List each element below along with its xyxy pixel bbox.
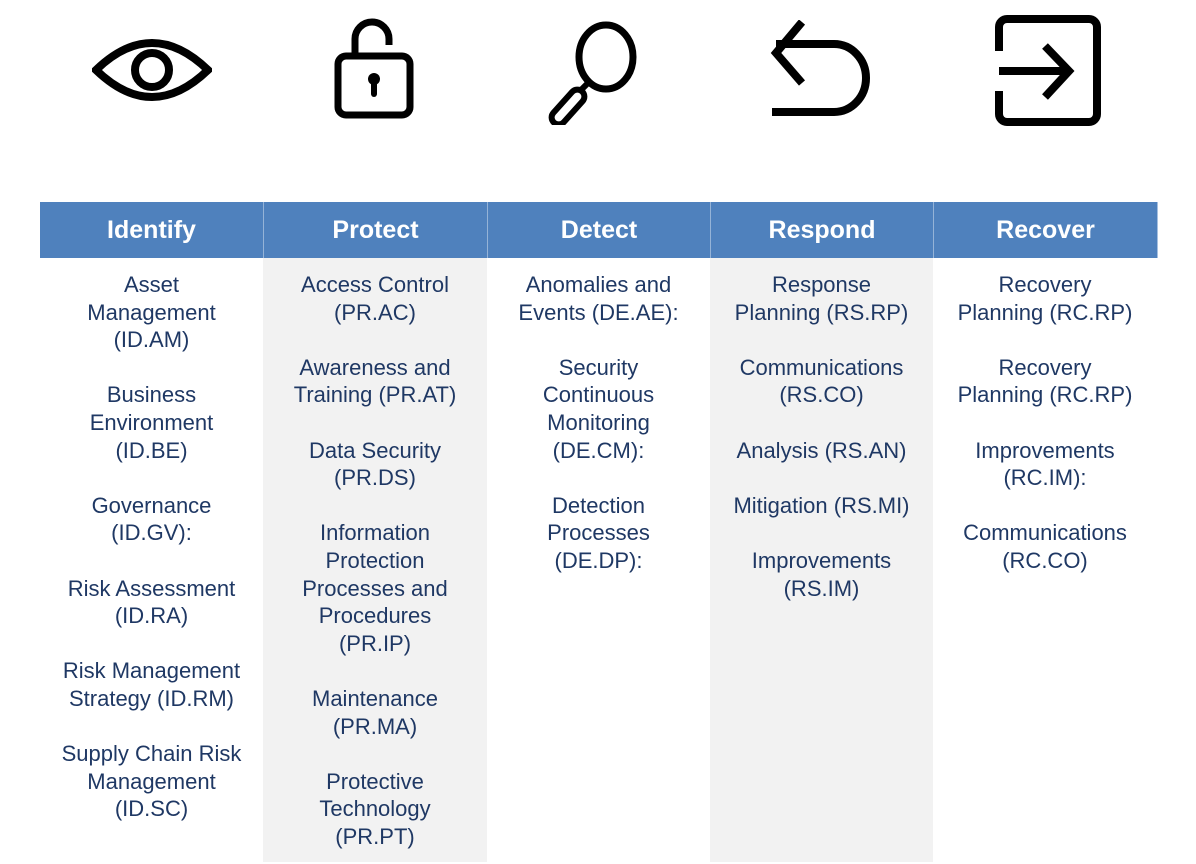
category-item: Security Continuous Monitoring (DE.CM): (542, 354, 655, 463)
category-item: Detection Processes (DE.DP): (547, 492, 650, 573)
recover-icon-cell (933, 0, 1157, 140)
category-item: Access Control (PR.AC) (301, 272, 449, 325)
detect-icon-cell (487, 0, 710, 140)
function-icons-row (40, 0, 1157, 140)
category-item: Governance (ID.GV): (91, 492, 212, 546)
respond-icon-cell (710, 0, 933, 140)
category-item: Risk Management Strategy (ID.RM) (62, 658, 241, 711)
framework-table: Identify Asset Management (ID.AM) Busine… (40, 202, 1158, 864)
column-header-detect: Detect (487, 202, 710, 258)
category-item: Communications (RC.CO) (963, 520, 1127, 573)
column-detect: Detect Anomalies and Events (DE.AE): Sec… (487, 202, 710, 864)
undo-arrow-icon (762, 20, 882, 120)
category-item: Information Protection Processes and Pro… (302, 520, 448, 656)
column-body-recover: Recovery Planning (RC.RP) Recovery Plann… (933, 258, 1157, 862)
category-item: Protective Technology (PR.PT) (319, 768, 431, 849)
category-item: Risk Assessment (ID.RA) (67, 575, 236, 629)
category-item: Asset Management (ID.AM) (87, 272, 216, 353)
identify-icon-cell (40, 0, 263, 140)
eye-icon (91, 30, 212, 110)
column-respond: Respond Response Planning (RS.RP) Commun… (710, 202, 933, 864)
column-recover: Recover Recovery Planning (RC.RP) Recove… (933, 202, 1158, 864)
column-identify: Identify Asset Management (ID.AM) Busine… (40, 202, 263, 864)
column-header-protect: Protect (263, 202, 487, 258)
category-item: Anomalies and Events (DE.AE): (518, 272, 679, 325)
category-item: Maintenance (PR.MA) (312, 685, 438, 739)
category-item: Recovery Planning (RC.RP) (957, 354, 1133, 408)
category-item: Improvements (RC.IM): (975, 437, 1115, 491)
column-body-protect: Access Control (PR.AC) Awareness and Tra… (263, 258, 487, 862)
column-body-identify: Asset Management (ID.AM) Business Enviro… (40, 258, 263, 862)
category-item: Business Environment (ID.BE) (89, 382, 214, 463)
category-item: Improvements (RS.IM) (751, 547, 892, 601)
column-header-respond: Respond (710, 202, 933, 258)
category-item: Recovery Planning (RC.RP) (957, 272, 1133, 325)
category-item: Mitigation (RS.MI) (733, 492, 910, 518)
column-body-detect: Anomalies and Events (DE.AE): Security C… (487, 258, 710, 862)
sign-in-arrow-icon (985, 13, 1105, 128)
column-header-identify: Identify (40, 202, 263, 258)
category-item: Communications (RS.CO) (739, 354, 904, 408)
unlocked-padlock-icon (330, 15, 420, 125)
column-protect: Protect Access Control (PR.AC) Awareness… (263, 202, 487, 864)
magnifying-glass-icon (544, 15, 654, 125)
category-item: Data Security (PR.DS) (308, 437, 442, 491)
category-item: Awareness and Training (PR.AT) (293, 354, 457, 408)
protect-icon-cell (263, 0, 487, 140)
column-body-respond: Response Planning (RS.RP) Communications… (710, 258, 933, 862)
header-right-edge (1157, 202, 1158, 258)
category-item: Supply Chain Risk Management (ID.SC) (61, 741, 242, 822)
category-item: Analysis (RS.AN) (736, 437, 907, 463)
category-item: Response Planning (RS.RP) (734, 272, 909, 325)
column-header-recover: Recover (933, 202, 1157, 258)
